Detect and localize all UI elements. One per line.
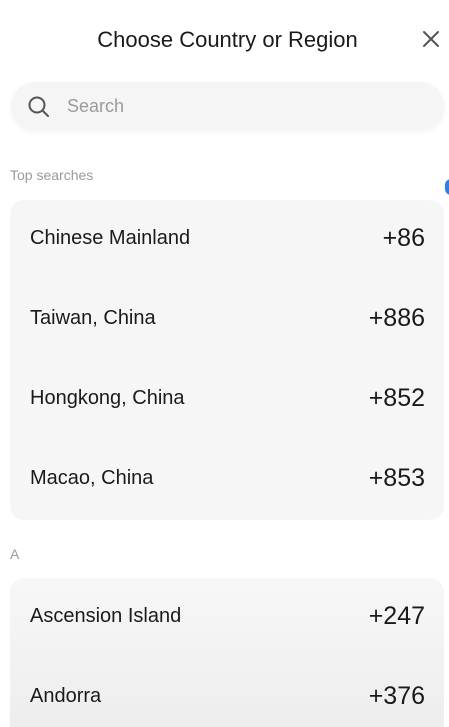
dial-code: +247 xyxy=(368,602,425,630)
a-countries-list: Ascension Island +247 Andorra +376 xyxy=(10,578,444,727)
close-icon xyxy=(423,31,439,47)
country-name: Macao, China xyxy=(30,467,154,489)
list-item[interactable]: Chinese Mainland +86 xyxy=(10,200,444,280)
country-name: Chinese Mainland xyxy=(30,227,191,249)
list-item[interactable]: Macao, China +853 xyxy=(10,440,444,520)
country-name: Hongkong, China xyxy=(30,387,185,409)
country-name: Taiwan, China xyxy=(30,307,156,329)
page-title: Choose Country or Region xyxy=(97,27,358,52)
list-item[interactable]: Andorra +376 xyxy=(10,658,444,727)
close-button[interactable] xyxy=(418,26,444,52)
dial-code: +886 xyxy=(368,304,425,332)
list-item[interactable]: Hongkong, China +852 xyxy=(10,360,444,440)
search-bar[interactable] xyxy=(11,82,444,130)
list-item[interactable]: Taiwan, China +886 xyxy=(10,280,444,360)
dial-code: +852 xyxy=(368,384,425,412)
dial-code: +86 xyxy=(382,224,425,252)
scroll-indicator[interactable] xyxy=(445,179,449,195)
country-name: Andorra xyxy=(30,685,102,707)
section-label-a: A xyxy=(10,546,20,562)
header: Choose Country or Region xyxy=(0,0,449,80)
section-label-top-searches: Top searches xyxy=(10,167,94,183)
list-item[interactable]: Ascension Island +247 xyxy=(10,578,444,658)
country-name: Ascension Island xyxy=(30,605,182,627)
search-input[interactable] xyxy=(67,82,427,130)
country-picker-screen: Choose Country or Region Top searches Ch… xyxy=(0,0,449,727)
search-icon xyxy=(28,96,49,117)
dial-code: +376 xyxy=(368,682,425,710)
dial-code: +853 xyxy=(368,464,425,492)
top-searches-list: Chinese Mainland +86 Taiwan, China +886 … xyxy=(10,200,444,520)
